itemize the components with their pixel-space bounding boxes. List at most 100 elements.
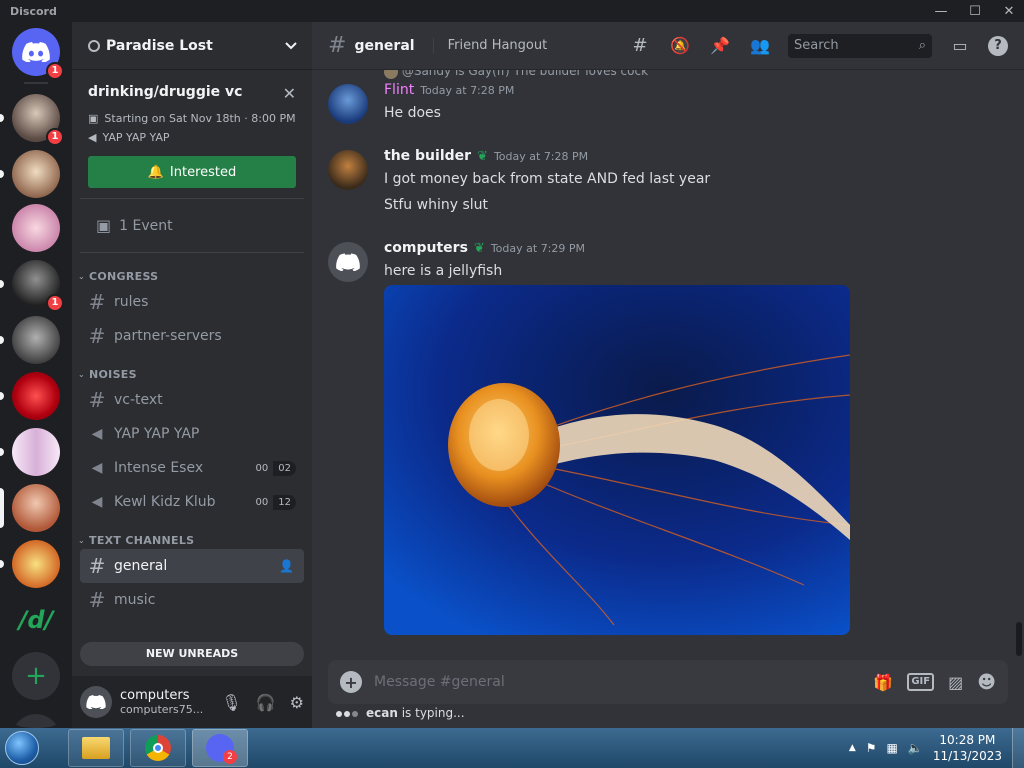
clock[interactable]: 10:28 PM 11/13/2023 bbox=[933, 732, 1002, 764]
maximize-button[interactable]: ☐ bbox=[968, 4, 982, 19]
volume-icon[interactable]: 🔈 bbox=[908, 741, 923, 755]
gift-icon[interactable]: 🎁 bbox=[873, 673, 893, 692]
hashtag-icon: # bbox=[88, 554, 106, 578]
microphone-icon[interactable]: 🎙 bbox=[221, 693, 241, 712]
threads-icon[interactable]: # bbox=[628, 34, 652, 58]
channel-general[interactable]: # general 👤 bbox=[80, 549, 304, 583]
flag-icon[interactable]: ⚑ bbox=[866, 741, 877, 755]
server-icon-6[interactable] bbox=[0, 372, 60, 420]
server-icon-4[interactable]: 1 bbox=[0, 260, 64, 312]
show-desktop-button[interactable] bbox=[1012, 728, 1024, 768]
home-button[interactable]: 1 bbox=[12, 28, 64, 80]
channel-vc-text[interactable]: # vc-text bbox=[80, 383, 304, 417]
scrollbar-thumb[interactable] bbox=[1016, 622, 1022, 656]
message-author[interactable]: the builder bbox=[384, 148, 471, 164]
event-location: YAP YAP YAP bbox=[102, 131, 170, 144]
guild-badge-icon bbox=[88, 39, 100, 52]
user-count-badge: 00 12 bbox=[250, 494, 296, 510]
voice-channel-yap-yap-yap[interactable]: ◀ YAP YAP YAP bbox=[80, 417, 304, 451]
message-input[interactable] bbox=[374, 674, 862, 690]
search-input[interactable]: Search ⌕ bbox=[788, 33, 932, 58]
server-icon-8[interactable] bbox=[0, 484, 60, 532]
avatar[interactable] bbox=[328, 242, 368, 282]
start-button[interactable] bbox=[0, 728, 44, 768]
reply-avatar bbox=[384, 70, 398, 79]
server-icon-3[interactable] bbox=[12, 204, 60, 252]
guild-header[interactable]: Paradise Lost bbox=[72, 22, 312, 70]
events-label: 1 Event bbox=[119, 217, 173, 234]
server-icon-2[interactable] bbox=[0, 150, 60, 198]
interested-button[interactable]: 🔔 Interested bbox=[88, 156, 296, 188]
mute-bell-icon[interactable]: 🔕 bbox=[668, 34, 692, 58]
pin-icon[interactable]: 📌 bbox=[708, 34, 732, 58]
reply-preview[interactable]: @Sandy is Gay(ff) The builder loves cock bbox=[384, 70, 648, 79]
network-icon[interactable]: ▦ bbox=[887, 741, 898, 755]
unread-pill bbox=[0, 280, 4, 288]
plus-icon: + bbox=[12, 652, 60, 700]
voice-channel-intense-esex[interactable]: ◀ Intense Esex 00 02 bbox=[80, 451, 304, 485]
category-text-channels[interactable]: ⌄ TEXT CHANNELS bbox=[72, 531, 312, 549]
events-link[interactable]: ▣ 1 Event bbox=[80, 199, 304, 253]
typing-user: ecan bbox=[366, 706, 398, 720]
message-author[interactable]: computers bbox=[384, 240, 468, 256]
channel-rules[interactable]: # rules bbox=[80, 285, 304, 319]
gear-icon[interactable]: ⚙ bbox=[290, 693, 304, 712]
system-tray: ▲ ⚑ ▦ 🔈 10:28 PM 11/13/2023 bbox=[849, 732, 1012, 764]
os-taskbar: 2 ▲ ⚑ ▦ 🔈 10:28 PM 11/13/2023 bbox=[0, 728, 1024, 768]
hashtag-icon: # bbox=[88, 588, 106, 612]
headphones-icon[interactable]: 🎧 bbox=[256, 693, 276, 712]
close-window-button[interactable]: ✕ bbox=[1002, 4, 1016, 19]
compass-icon bbox=[12, 714, 60, 728]
invite-icon[interactable]: 👤 bbox=[279, 559, 294, 573]
close-icon[interactable]: ✕ bbox=[283, 84, 296, 103]
help-icon[interactable]: ? bbox=[988, 35, 1008, 56]
gif-icon[interactable]: GIF bbox=[907, 673, 935, 691]
avatar[interactable] bbox=[80, 686, 112, 718]
emoji-icon[interactable]: ☻ bbox=[977, 672, 996, 693]
server-list: 1 1 1 /d/ + bbox=[0, 22, 72, 728]
taskbar-badge: 2 bbox=[223, 750, 237, 764]
attach-plus-icon[interactable]: + bbox=[340, 671, 362, 693]
server-icon-7[interactable] bbox=[0, 428, 60, 476]
chevron-down-icon: ⌄ bbox=[78, 271, 86, 281]
hashtag-icon: # bbox=[88, 290, 106, 314]
sticker-icon[interactable]: ▨ bbox=[948, 673, 963, 692]
hashtag-icon: # bbox=[328, 33, 347, 58]
message-text: He does bbox=[384, 105, 441, 121]
category-noises[interactable]: ⌄ NOISES bbox=[72, 365, 312, 383]
inbox-icon[interactable]: ▭ bbox=[948, 34, 972, 58]
speaker-icon: ◀ bbox=[88, 131, 97, 144]
notification-badge: 1 bbox=[46, 62, 64, 80]
voice-channel-kewl-kidz-klub[interactable]: ◀ Kewl Kidz Klub 00 12 bbox=[80, 485, 304, 519]
minimize-button[interactable]: — bbox=[934, 4, 948, 19]
message-text: Stfu whiny slut bbox=[384, 197, 488, 213]
taskbar-chrome[interactable] bbox=[130, 729, 186, 767]
taskbar-discord[interactable]: 2 bbox=[192, 729, 248, 767]
avatar[interactable] bbox=[328, 84, 368, 124]
member-list-icon[interactable]: 👥 bbox=[748, 34, 772, 58]
category-congress[interactable]: ⌄ CONGRESS bbox=[72, 267, 312, 285]
channel-topic[interactable]: Friend Hangout bbox=[432, 38, 547, 53]
message-timestamp: Today at 7:29 PM bbox=[490, 242, 586, 255]
message-author[interactable]: Flint bbox=[384, 82, 414, 98]
server-icon-d[interactable]: /d/ bbox=[12, 596, 60, 644]
channel-music[interactable]: # music bbox=[80, 583, 304, 617]
add-server-button[interactable]: + bbox=[12, 652, 60, 700]
explore-servers-button[interactable] bbox=[12, 714, 60, 728]
show-hidden-icons[interactable]: ▲ bbox=[849, 743, 856, 753]
server-icon-5[interactable] bbox=[0, 316, 60, 364]
app-name: Discord bbox=[10, 4, 57, 18]
hashtag-icon: # bbox=[88, 324, 106, 348]
avatar[interactable] bbox=[328, 150, 368, 190]
server-icon-1[interactable]: 1 bbox=[0, 94, 64, 146]
channel-partner-servers[interactable]: # partner-servers bbox=[80, 319, 304, 353]
jellyfish-image[interactable] bbox=[384, 285, 850, 635]
server-icon-9[interactable] bbox=[0, 540, 60, 588]
chrome-icon bbox=[145, 735, 171, 761]
message-list: @Sandy is Gay(ff) The builder loves cock… bbox=[312, 70, 1012, 660]
event-time: Starting on Sat Nov 18th · 8:00 PM bbox=[104, 112, 296, 125]
speaker-icon: ◀ bbox=[91, 460, 103, 476]
window-controls: — ☐ ✕ bbox=[934, 0, 1016, 22]
new-unreads-button[interactable]: NEW UNREADS bbox=[80, 642, 304, 666]
taskbar-explorer[interactable] bbox=[68, 729, 124, 767]
